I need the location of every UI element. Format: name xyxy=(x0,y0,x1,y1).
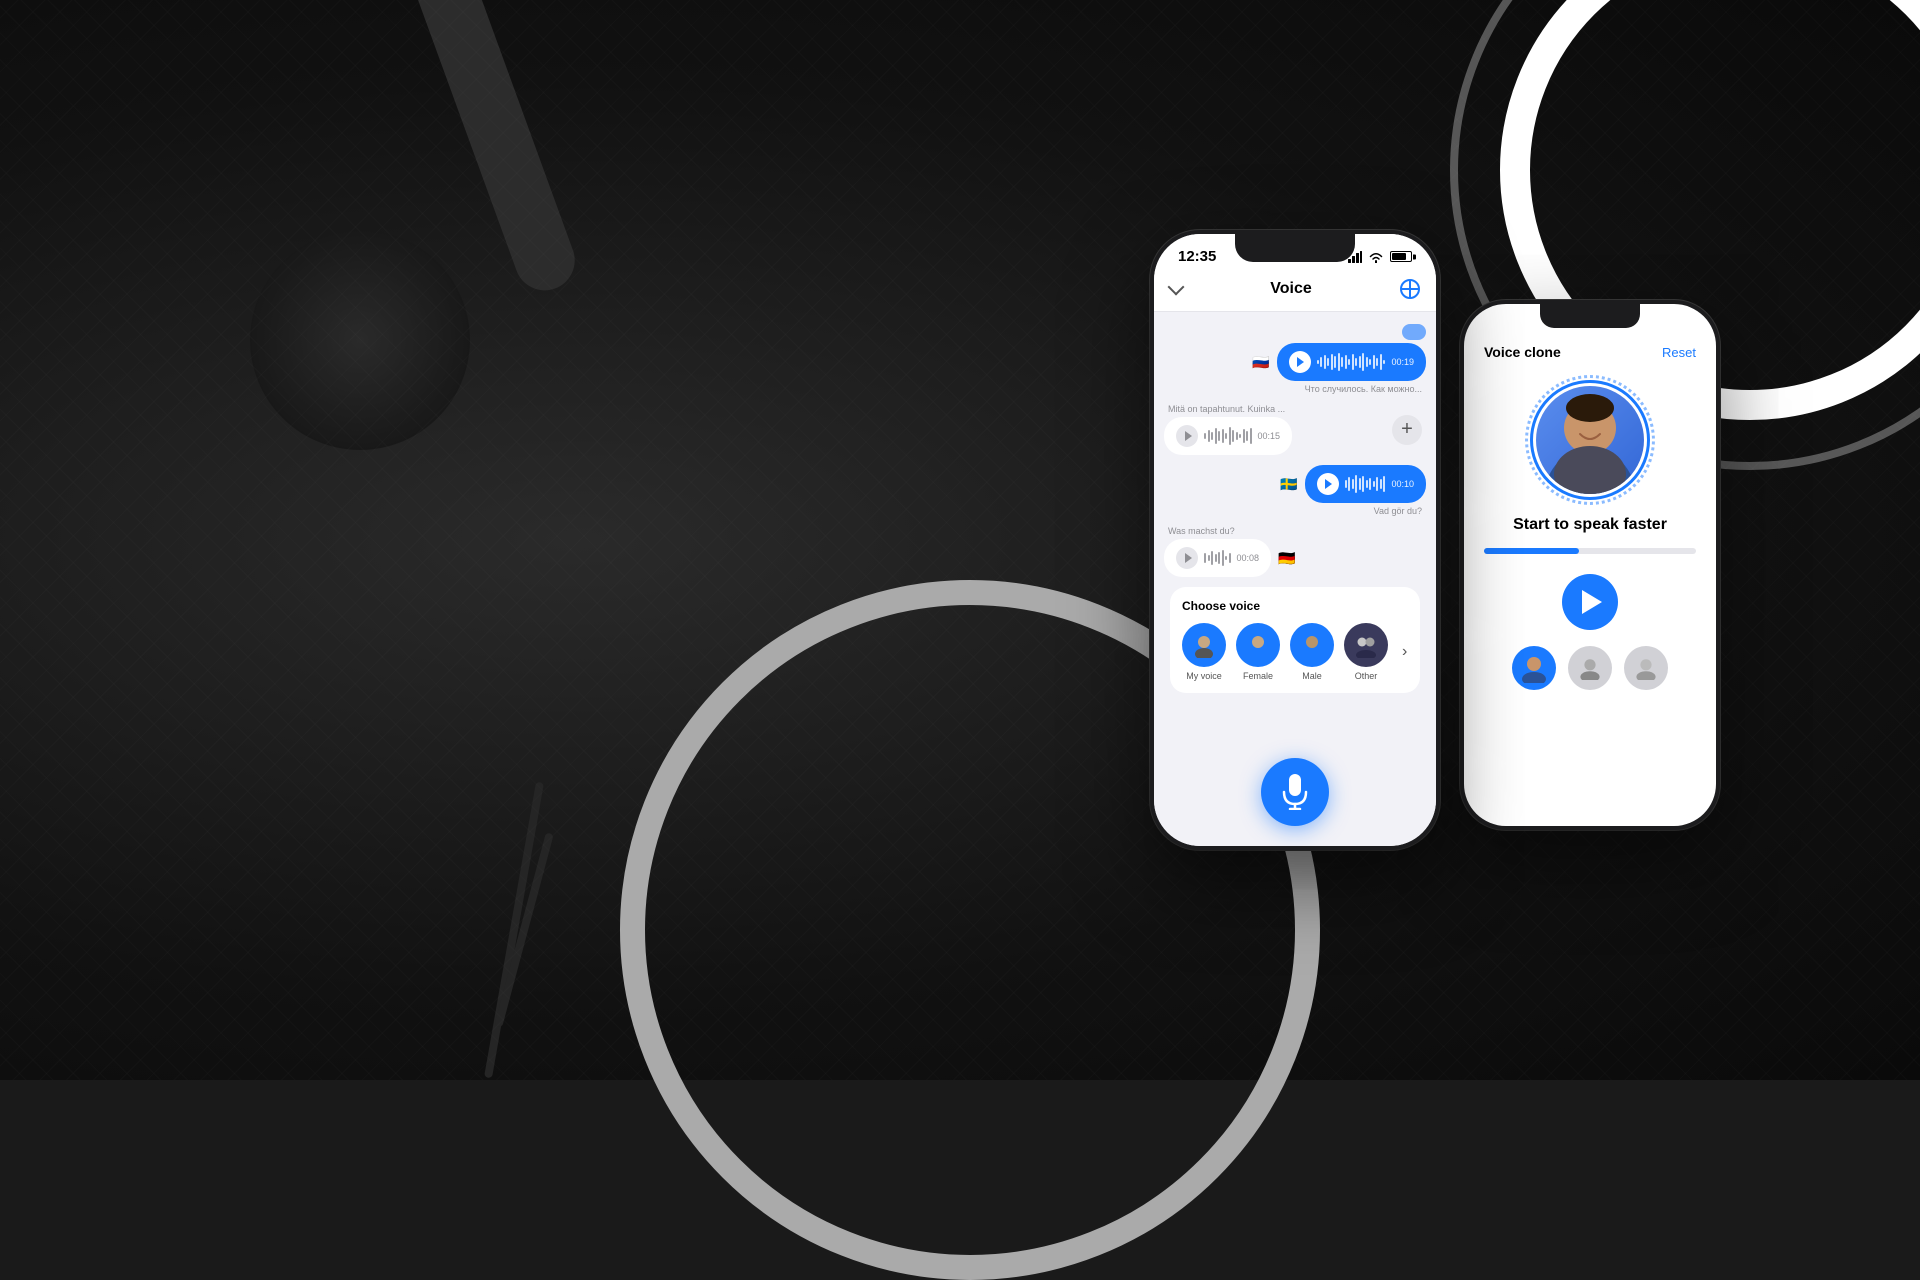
voice-label-female: Female xyxy=(1243,671,1273,681)
avatar-person-2-icon xyxy=(1578,656,1602,680)
duration-4: 00:08 xyxy=(1237,553,1260,563)
duration-2: 00:15 xyxy=(1258,431,1281,441)
play-tri-2 xyxy=(1185,431,1192,441)
duration-1: 00:19 xyxy=(1391,357,1414,367)
mic-area xyxy=(1154,742,1436,846)
duration-3: 00:10 xyxy=(1391,479,1414,489)
play-button-1[interactable] xyxy=(1289,351,1311,373)
message-row-3: 🇸🇪 xyxy=(1164,465,1426,516)
play-big-container xyxy=(1464,574,1716,630)
wifi-icon xyxy=(1368,251,1384,263)
plus-container: Mitä on tapahtunut. Kuinka ... xyxy=(1164,404,1426,455)
waveform-1 xyxy=(1317,352,1386,372)
mic-icon xyxy=(1280,774,1310,810)
bubble-blue-1 xyxy=(1402,324,1426,340)
msg-label-1: Что случилось. Как можно... xyxy=(1301,384,1426,394)
speed-bar-fill xyxy=(1484,548,1579,554)
avatar-option-3[interactable] xyxy=(1624,646,1668,690)
phones-container: 12:35 xyxy=(1150,230,1720,850)
speak-faster-label: Start to speak faster xyxy=(1464,516,1716,534)
choose-voice-panel: Choose voice My voice xyxy=(1170,587,1420,693)
back-chevron-icon[interactable] xyxy=(1168,279,1185,296)
message-row-4: Was machst du? xyxy=(1164,526,1426,577)
voice-label-myvoice: My voice xyxy=(1186,671,1222,681)
waveform-4 xyxy=(1204,548,1231,568)
voice-label-male: Male xyxy=(1302,671,1322,681)
avatar-ring xyxy=(1530,380,1650,500)
avatar-person-1-icon xyxy=(1519,653,1549,683)
avatar-person-3-icon xyxy=(1634,656,1658,680)
voice-avatar-other xyxy=(1344,623,1388,667)
msg-label-2: Mitä on tapahtunut. Kuinka ... xyxy=(1164,404,1289,414)
play-button-4[interactable] xyxy=(1176,547,1198,569)
msg1-container: 🇷🇺 xyxy=(1249,343,1426,381)
phone2-notch xyxy=(1540,304,1640,328)
flag-german: 🇩🇪 xyxy=(1275,546,1299,570)
voice-option-other[interactable]: Other xyxy=(1344,623,1388,681)
voice-avatar-myvoice xyxy=(1182,623,1226,667)
flag-swedish: 🇸🇪 xyxy=(1277,472,1301,496)
avatar-ring-container xyxy=(1464,380,1716,500)
avatar-dots xyxy=(1525,375,1655,505)
waveform-3 xyxy=(1345,474,1386,494)
msg-label-3: Vad gör du? xyxy=(1370,506,1426,516)
bubble-gray-4: 00:08 xyxy=(1164,539,1271,577)
battery-icon xyxy=(1390,251,1412,262)
avatar-row xyxy=(1464,646,1716,710)
msg-label-4: Was machst du? xyxy=(1164,526,1239,536)
voice-avatar-male xyxy=(1290,623,1334,667)
bubble-blue-3: 00:10 xyxy=(1305,465,1426,503)
globe-icon[interactable] xyxy=(1400,279,1420,299)
speed-bar-container xyxy=(1464,548,1716,554)
voice-option-female[interactable]: Female xyxy=(1236,623,1280,681)
myvoice-icon xyxy=(1191,632,1217,658)
avatar-selected[interactable] xyxy=(1512,646,1556,690)
phone2-title: Voice clone xyxy=(1484,344,1561,360)
phone1-screen: 12:35 xyxy=(1154,234,1436,846)
play-tri-3 xyxy=(1325,479,1332,489)
waveform-2 xyxy=(1204,426,1252,446)
play-big-button[interactable] xyxy=(1562,574,1618,630)
choose-voice-title: Choose voice xyxy=(1182,599,1408,613)
status-icons xyxy=(1348,251,1412,263)
mic-button[interactable] xyxy=(1261,758,1329,826)
voice-options: My voice Female xyxy=(1182,623,1408,681)
voice-avatar-female xyxy=(1236,623,1280,667)
phone1-title: Voice xyxy=(1270,280,1312,298)
play-tri-big xyxy=(1582,590,1602,614)
message-row-1: 🇷🇺 xyxy=(1164,324,1426,394)
female-icon xyxy=(1245,632,1271,658)
phone2-screen: Voice clone Reset xyxy=(1464,304,1716,826)
msg3-container: 🇸🇪 xyxy=(1277,465,1426,503)
other-icon xyxy=(1353,632,1379,658)
msg4-container: 00:08 🇩🇪 xyxy=(1164,539,1299,577)
speed-bar-track xyxy=(1484,548,1696,554)
play-button-2[interactable] xyxy=(1176,425,1198,447)
status-time: 12:35 xyxy=(1178,248,1216,265)
play-tri-4 xyxy=(1185,553,1192,563)
plus-button[interactable]: + xyxy=(1392,415,1422,445)
voice-chevron-icon[interactable]: › xyxy=(1402,643,1407,661)
message-row-2: Mitä on tapahtunut. Kuinka ... xyxy=(1164,404,1392,455)
phone1-header: Voice xyxy=(1154,271,1436,312)
phone1-frame: 12:35 xyxy=(1150,230,1440,850)
chat-area: 🇷🇺 xyxy=(1154,312,1436,742)
avatar-option-2[interactable] xyxy=(1568,646,1612,690)
voice-label-other: Other xyxy=(1355,671,1378,681)
phone2-frame: Voice clone Reset xyxy=(1460,300,1720,830)
bubble-gray-2: 00:15 xyxy=(1164,417,1292,455)
voice-option-male[interactable]: Male xyxy=(1290,623,1334,681)
phone1-notch xyxy=(1235,234,1355,262)
male-icon xyxy=(1299,632,1325,658)
voice-option-myvoice[interactable]: My voice xyxy=(1182,623,1226,681)
play-tri-1 xyxy=(1297,357,1304,367)
bubble-blue-1b: 00:19 xyxy=(1277,343,1426,381)
flag-russian: 🇷🇺 xyxy=(1249,350,1273,374)
reset-button[interactable]: Reset xyxy=(1662,345,1696,360)
play-button-3[interactable] xyxy=(1317,473,1339,495)
